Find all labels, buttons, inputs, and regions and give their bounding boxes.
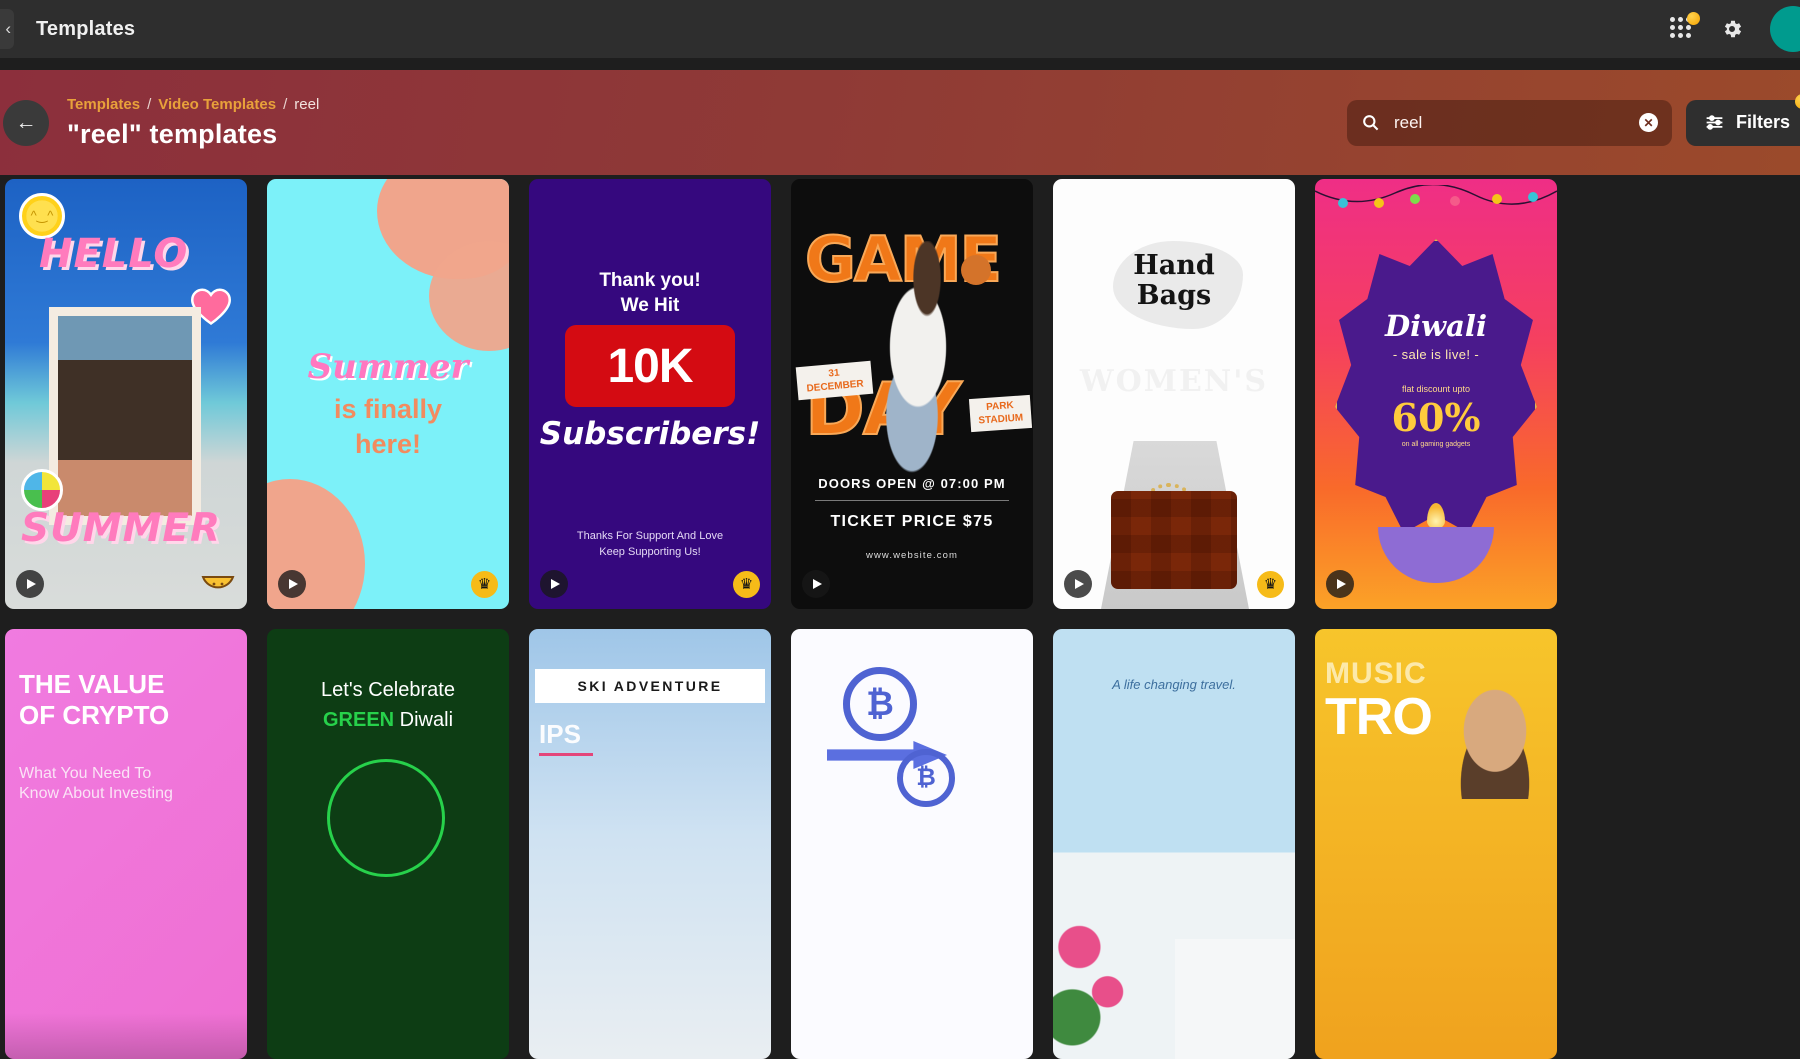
app-top-bar: ‹ Templates xyxy=(0,0,1800,58)
breadcrumb-separator: / xyxy=(283,96,287,113)
card-subscribers-label: Subscribers! xyxy=(529,416,771,452)
venue-tag: PARK STADIUM xyxy=(969,395,1032,432)
template-results-grid: ^‿^ HELLO SUMMER Summer is finally here!… xyxy=(5,179,1800,900)
card-title-ski-adventure: SKI ADVENTURE xyxy=(535,669,765,703)
search-icon xyxy=(1361,113,1380,132)
template-card-diwali-sale[interactable]: Diwali - sale is live! - flat discount u… xyxy=(1315,179,1557,609)
card-line-here: here! xyxy=(267,429,509,460)
card-discount-note: on all gaming gadgets xyxy=(1315,441,1557,448)
subscriber-count-badge: 10K xyxy=(565,325,735,407)
card-subtitle-summer: SUMMER xyxy=(21,506,221,551)
breadcrumb-item-templates[interactable]: Templates xyxy=(67,96,140,113)
card-word-green: GREEN xyxy=(323,709,394,731)
breadcrumb-item-video-templates[interactable]: Video Templates xyxy=(158,96,276,113)
chevron-left-icon[interactable]: ‹ xyxy=(0,9,14,49)
avatar[interactable] xyxy=(1770,6,1800,52)
card-title-crypto: THE VALUEOF CRYPTO xyxy=(19,669,233,730)
template-card-bitcoin-transfer[interactable]: ₿ ₿ xyxy=(791,629,1033,1059)
search-header: ← Templates / Video Templates / reel "re… xyxy=(0,70,1800,175)
card-word-tro: TRO xyxy=(1325,687,1432,747)
card-discount-percent: 60% xyxy=(1315,395,1557,440)
watermelon-slice-sticker xyxy=(201,573,235,599)
sliders-icon xyxy=(1704,112,1725,133)
crown-icon: ♛ xyxy=(471,571,498,598)
bitcoin-coin-icon: ₿ xyxy=(897,749,955,807)
basketball-graphic xyxy=(961,255,991,285)
card-line-lets-celebrate: Let's Celebrate xyxy=(267,679,509,702)
gear-icon[interactable] xyxy=(1720,17,1744,41)
card-word-diwali: Diwali xyxy=(400,709,453,731)
grid-apps-icon[interactable] xyxy=(1670,17,1694,41)
template-card-ski-adventure[interactable]: IPS SKI ADVENTURE xyxy=(529,629,771,1059)
card-sale-live-text: - sale is live! - xyxy=(1315,347,1557,362)
template-card-green-diwali[interactable]: Let's Celebrate GREEN Diwali xyxy=(267,629,509,1059)
diya-lamp-graphic xyxy=(1378,527,1494,583)
card-title-hand-bags: HandBags xyxy=(1053,251,1295,310)
play-icon[interactable] xyxy=(802,570,830,598)
event-date-tag: 31 DECEMBER xyxy=(796,361,874,400)
leather-handbag-photo xyxy=(1111,491,1237,589)
beach-ball-sticker xyxy=(21,469,63,511)
play-icon[interactable] xyxy=(1326,570,1354,598)
breadcrumb-separator: / xyxy=(147,96,151,113)
header-text-block: Templates / Video Templates / reel "reel… xyxy=(67,96,319,150)
template-card-hello-summer[interactable]: ^‿^ HELLO SUMMER xyxy=(5,179,247,609)
card-subtitle-crypto: What You Need ToKnow About Investing xyxy=(19,764,233,804)
top-bar-actions xyxy=(1670,6,1800,52)
card-line-is-finally: is finally xyxy=(267,394,509,425)
template-card-10k-subscribers[interactable]: Thank you!We Hit 10K Subscribers! Thanks… xyxy=(529,179,771,609)
play-icon[interactable] xyxy=(540,570,568,598)
breadcrumb-item-current: reel xyxy=(294,96,319,113)
ticket-price-text: TICKET PRICE $75 xyxy=(791,513,1033,531)
template-card-value-of-crypto[interactable]: THE VALUEOF CRYPTO What You Need ToKnow … xyxy=(5,629,247,1059)
card-line-green-diwali: GREEN Diwali xyxy=(267,709,509,732)
page-title: Templates xyxy=(36,18,135,41)
play-icon[interactable] xyxy=(278,570,306,598)
card-title-summer: Summer xyxy=(267,347,509,387)
play-icon[interactable] xyxy=(16,570,44,598)
breadcrumb: Templates / Video Templates / reel xyxy=(67,96,319,113)
filters-label: Filters xyxy=(1736,112,1790,133)
crown-icon: ♛ xyxy=(1257,571,1284,598)
card-caption-travel: A life changing travel. xyxy=(1053,677,1295,692)
string-lights-decoration xyxy=(1315,185,1557,225)
play-icon[interactable] xyxy=(1064,570,1092,598)
filters-badge-dot xyxy=(1795,94,1800,109)
card-title-diwali: Diwali xyxy=(1315,309,1557,343)
card-fade-overlay xyxy=(5,1013,247,1059)
card-thankyou-text: Thank you!We Hit xyxy=(529,269,771,318)
card-word-music: MUSIC xyxy=(1325,657,1427,691)
template-card-hand-bags[interactable]: HandBags WOMEN'S ♛ xyxy=(1053,179,1295,609)
filters-button[interactable]: Filters xyxy=(1686,100,1800,146)
photo-stamp-frame xyxy=(49,307,201,525)
decorative-ring xyxy=(327,759,445,877)
card-title-hello: HELLO xyxy=(39,231,188,277)
underline-accent xyxy=(539,753,593,756)
card-flat-discount-text: flat discount upto xyxy=(1315,384,1557,394)
card-ghost-text-womens: WOMEN'S xyxy=(1053,364,1295,399)
search-input[interactable] xyxy=(1394,113,1625,133)
template-card-life-changing-travel[interactable]: A life changing travel. xyxy=(1053,629,1295,1059)
template-card-game-day[interactable]: GAME DAY 31 DECEMBER PARK STADIUM DOORS … xyxy=(791,179,1033,609)
apps-notification-dot xyxy=(1687,12,1700,25)
arrow-left-icon[interactable]: ← xyxy=(3,100,49,146)
template-card-music-intro[interactable]: MUSIC TRO xyxy=(1315,629,1557,1059)
website-text: www.website.com xyxy=(791,550,1033,561)
results-title: "reel" templates xyxy=(67,119,319,150)
flowers-photo xyxy=(1053,899,1141,1059)
template-card-summer-finally-here[interactable]: Summer is finally here! ♛ xyxy=(267,179,509,609)
bitcoin-coin-icon: ₿ xyxy=(843,667,917,741)
white-building-photo xyxy=(1175,939,1295,1059)
crown-icon: ♛ xyxy=(733,571,760,598)
clear-search-icon[interactable]: ✕ xyxy=(1639,113,1658,132)
card-corner-text: IPS xyxy=(539,719,581,750)
header-actions: ✕ Filters xyxy=(1347,100,1800,146)
card-footer-text: Thanks For Support And LoveKeep Supporti… xyxy=(529,529,771,561)
search-box[interactable]: ✕ xyxy=(1347,100,1672,146)
person-photo xyxy=(1443,689,1547,799)
